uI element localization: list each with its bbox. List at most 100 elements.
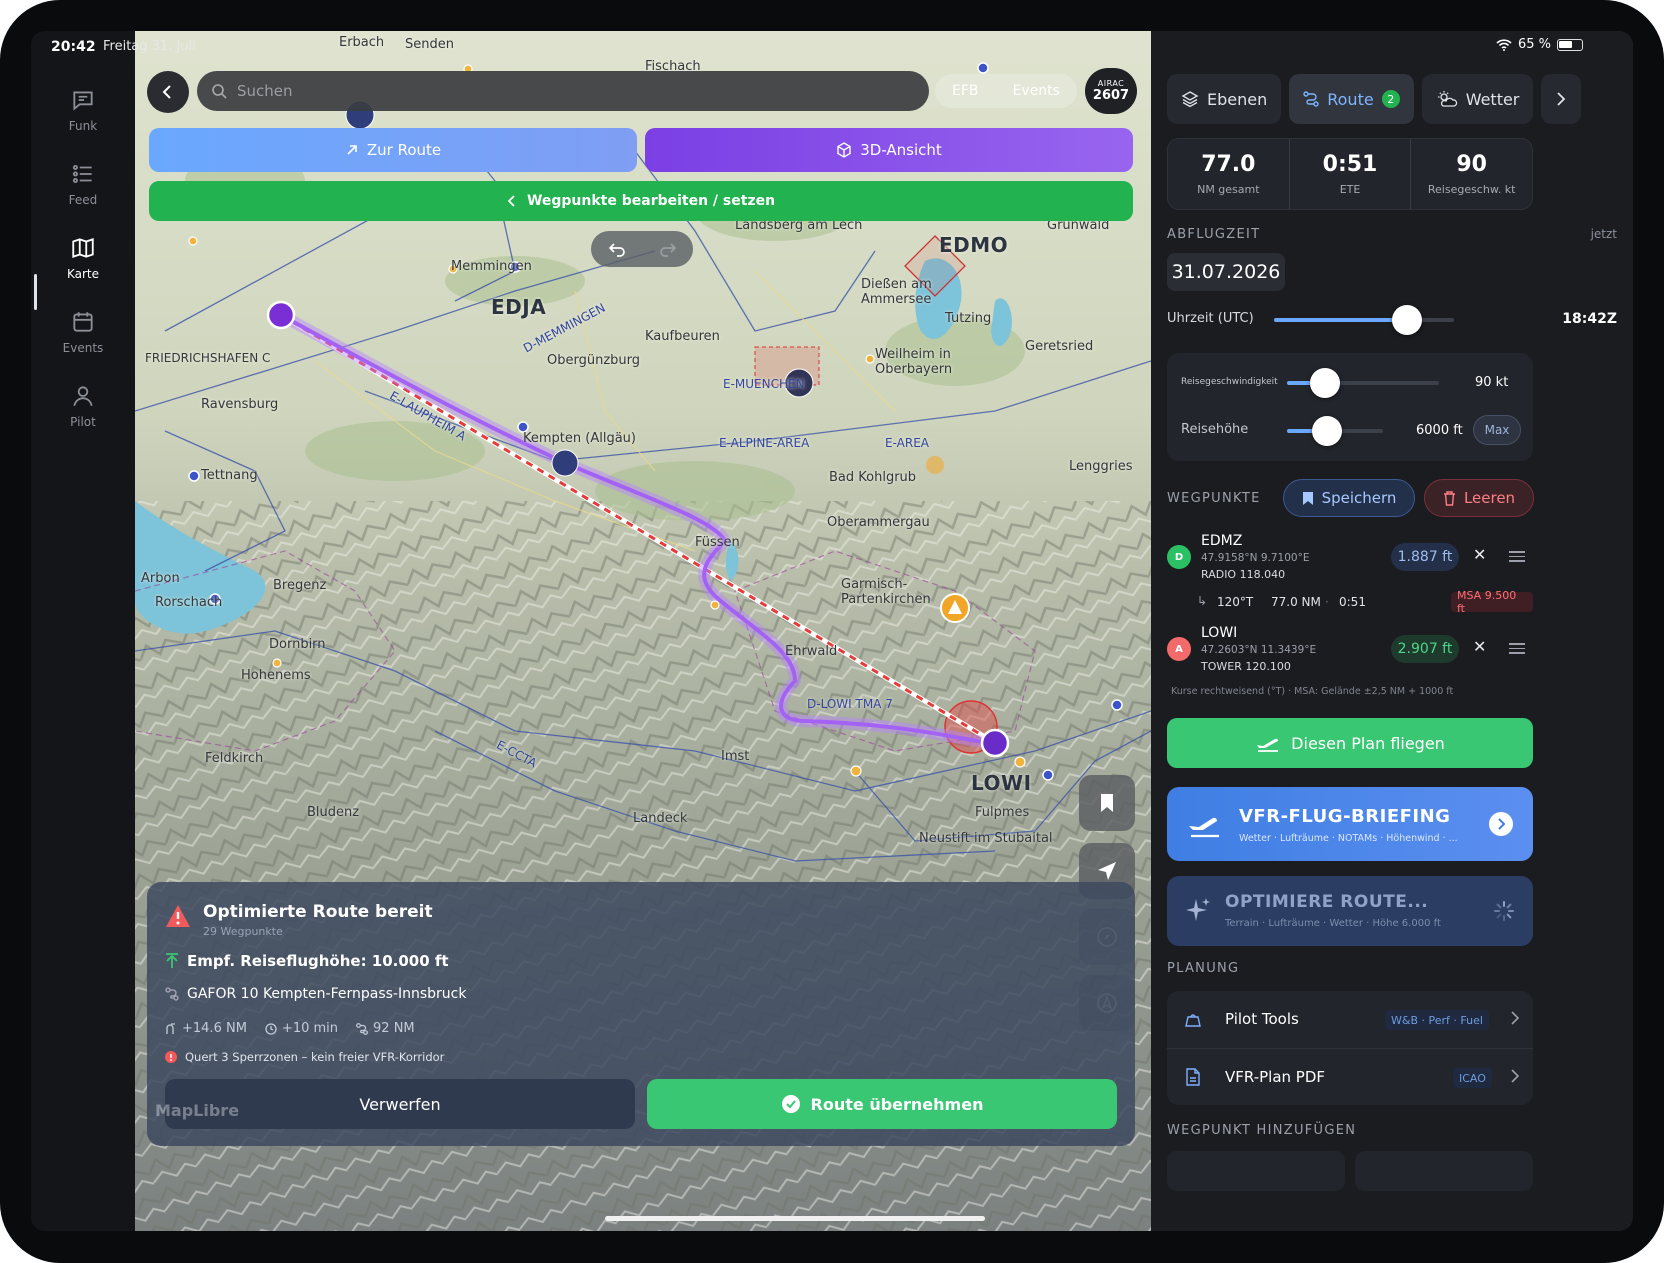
status-time: 20:42	[51, 39, 96, 55]
time-slider[interactable]	[1274, 305, 1454, 335]
total-distance: 92 NM	[356, 1021, 415, 1036]
map-label-tutzing: Tutzing	[945, 311, 992, 326]
wifi-icon	[1496, 38, 1512, 51]
remove-waypoint-button[interactable]: ✕	[1473, 637, 1486, 656]
time-label: Uhrzeit (UTC)	[1167, 311, 1254, 326]
vfr-briefing-card[interactable]: VFR-FLUG-BRIEFING Wetter · Lufträume · N…	[1167, 787, 1533, 861]
leg-arrow-icon: ↳	[1197, 594, 1208, 608]
bookmark-icon	[1302, 491, 1313, 505]
tab-wetter[interactable]: Wetter	[1421, 74, 1534, 124]
waypoint-ident: LOWI	[1201, 625, 1238, 641]
rail-item-feed[interactable]: Feed	[31, 161, 135, 231]
map-label-edmo: EDMO	[939, 233, 1009, 257]
map-label-lowi-tma: D-LOWI TMA 7	[807, 697, 893, 711]
rail-label: Karte	[66, 267, 100, 281]
speed-slider[interactable]	[1287, 368, 1439, 398]
search-input[interactable]	[237, 82, 887, 100]
map-label-lowi: LOWI	[971, 771, 1032, 795]
drag-handle-icon[interactable]	[1509, 551, 1525, 565]
planning-card: Pilot Tools W&B · Perf · Fuel VFR-Plan P…	[1167, 991, 1533, 1105]
device-frame: Funk Feed Karte Events Pilot Erbach Send…	[0, 0, 1664, 1263]
cruise-settings-card: Reisegeschwindigkeit 90 kt Reisehöhe 600…	[1167, 353, 1533, 461]
map-label-erbach: Erbach	[339, 35, 385, 50]
max-altitude-button[interactable]: Max	[1473, 415, 1521, 445]
tabs-next-button[interactable]	[1541, 74, 1582, 124]
zur-route-button[interactable]: Zur Route	[149, 128, 637, 172]
airac-badge[interactable]: AIRAC 2607	[1085, 68, 1137, 114]
bookmark-icon	[1101, 794, 1113, 812]
map-label-alpine-area: E-ALPINE-AREA	[719, 436, 810, 450]
recommended-altitude: Empf. Reiseflughöhe: 10.000 ft	[187, 952, 449, 970]
rail-item-pilot[interactable]: Pilot	[31, 383, 135, 453]
waypoint-row[interactable]: A LOWI 47.2603°N 11.3439°E TOWER 120.100…	[1167, 623, 1533, 679]
trash-icon	[1443, 490, 1455, 506]
redo-button[interactable]	[642, 231, 693, 267]
departure-section-label: ABFLUGZEIT	[1167, 227, 1261, 242]
restricted-zone-warning: Quert 3 Sperrzonen – kein freier VFR-Kor…	[165, 1050, 444, 1064]
sparkle-icon	[1186, 898, 1210, 921]
rail-label: Events	[62, 341, 104, 355]
now-button[interactable]: jetzt	[1591, 227, 1617, 241]
leg-time: 0:51	[1339, 595, 1366, 609]
undo-button[interactable]	[591, 231, 642, 267]
briefing-title: VFR-FLUG-BRIEFING	[1239, 806, 1451, 827]
speed-slider-knob[interactable]	[1310, 368, 1340, 398]
accept-route-button[interactable]: Route übernehmen	[647, 1079, 1117, 1129]
home-indicator	[605, 1216, 985, 1221]
waypoints-edit-button[interactable]: Wegpunkte bearbeiten / setzen	[149, 181, 1133, 221]
optimized-route-panel: Optimierte Route bereit 29 Wegpunkte Emp…	[147, 882, 1135, 1146]
briefing-subtitle: Wetter · Lufträume · NOTAMs · Höhenwind …	[1239, 833, 1458, 844]
chevron-right-icon	[1511, 1011, 1519, 1025]
route-sidebar: 65 % Ebenen Route 2 Wetter 77.0 NM gesam…	[1151, 31, 1633, 1231]
time-slider-knob[interactable]	[1392, 305, 1423, 335]
map-label-kempten: Kempten (Allgäu)	[523, 431, 636, 446]
altitude-slider[interactable]	[1287, 416, 1383, 446]
delta-distance: +14.6 NM	[165, 1021, 247, 1036]
panel-tabs: Ebenen Route 2 Wetter	[1167, 74, 1582, 124]
fly-plan-button[interactable]: Diesen Plan fliegen	[1167, 718, 1533, 768]
search-icon	[212, 84, 227, 99]
rail-item-events[interactable]: Events	[31, 309, 135, 379]
back-button[interactable]	[147, 71, 189, 113]
waypoint-row[interactable]: D EDMZ 47.9158°N 9.7100°E RADIO 118.040 …	[1167, 531, 1533, 587]
departure-date[interactable]: 31.07.2026	[1167, 253, 1285, 291]
gafor-route: GAFOR 10 Kempten-Fernpass-Innsbruck	[187, 986, 467, 1002]
maplibre-attribution: MapLibre	[155, 1101, 240, 1120]
tab-route[interactable]: Route 2	[1289, 74, 1414, 124]
map-label-geretsried: Geretsried	[1025, 339, 1094, 354]
chevron-right-icon	[1511, 1069, 1519, 1083]
check-circle-icon	[781, 1095, 800, 1113]
rail-item-funk[interactable]: Funk	[31, 87, 135, 157]
optimize-title: OPTIMIERE ROUTE...	[1225, 892, 1429, 912]
tab-ebenen[interactable]: Ebenen	[1167, 74, 1282, 124]
chip-events[interactable]: Events	[1013, 83, 1060, 99]
spinner-icon	[1494, 901, 1514, 921]
search-bar[interactable]	[197, 71, 929, 111]
route-icon	[165, 987, 179, 1001]
map-view[interactable]: Erbach Senden Fischach Memmingen EDJA Ka…	[135, 31, 1151, 1231]
nav-rail: Funk Feed Karte Events Pilot	[31, 31, 135, 1231]
altitude-slider-knob[interactable]	[1312, 416, 1343, 446]
3d-view-button[interactable]: 3D-Ansicht	[645, 128, 1133, 172]
remove-waypoint-button[interactable]: ✕	[1473, 545, 1486, 564]
mode-chips: EFB Events	[935, 74, 1077, 108]
optimize-route-card[interactable]: OPTIMIERE ROUTE... Terrain · Lufträume ·…	[1167, 876, 1533, 946]
delta-time: +10 min	[265, 1021, 338, 1036]
save-waypoints-button[interactable]: Speichern	[1283, 479, 1415, 517]
map-label-neustift: Neustift im Stubaital	[919, 831, 1053, 846]
chip-efb[interactable]: EFB	[952, 83, 979, 99]
add-waypoint-option[interactable]	[1167, 1151, 1345, 1191]
planning-item-pilot-tools[interactable]: Pilot Tools W&B · Perf · Fuel	[1167, 991, 1533, 1048]
status-right: 65 %	[1496, 37, 1583, 52]
drag-handle-icon[interactable]	[1509, 643, 1525, 657]
planning-item-vfr-pdf[interactable]: VFR-Plan PDF ICAO	[1167, 1048, 1533, 1105]
rail-item-karte[interactable]: Karte	[31, 235, 135, 305]
map-label-badkohlgrub: Bad Kohlgrub	[829, 470, 917, 485]
departure-dot: D	[1167, 545, 1191, 569]
add-waypoint-option[interactable]	[1355, 1151, 1533, 1191]
bookmark-button[interactable]	[1079, 775, 1135, 831]
3d-view-label: 3D-Ansicht	[860, 141, 942, 159]
arrival-dot: A	[1167, 637, 1191, 661]
route-stats-card: 77.0 NM gesamt 0:51 ETE 90 Reisegeschw. …	[1167, 138, 1533, 210]
clear-waypoints-button[interactable]: Leeren	[1424, 479, 1534, 517]
